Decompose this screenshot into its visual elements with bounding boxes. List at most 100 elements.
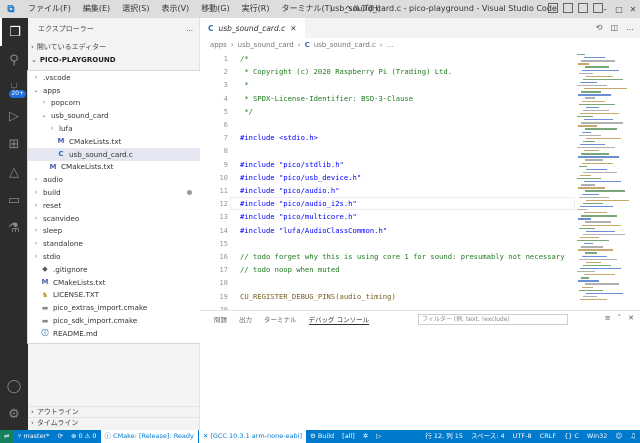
minimap[interactable] [575, 52, 635, 310]
menu-view[interactable]: 表示(V) [155, 0, 195, 18]
open-changes-icon[interactable]: ⟲ [596, 23, 603, 32]
tab-problems[interactable]: 問題 [214, 314, 227, 324]
close-button[interactable]: ✕ [626, 0, 640, 18]
tab-debug-console[interactable]: デバッグ コンソール [308, 314, 370, 325]
tree-file[interactable]: ▬ pico_sdk_import.cmake [28, 314, 200, 327]
problems-indicator[interactable]: ⊗ 0 ⚠ 0 [67, 430, 101, 443]
minimize-button[interactable]: – [598, 0, 612, 18]
menu-file[interactable]: ファイル(F) [22, 0, 77, 18]
code-editor[interactable]: 1 /* 2 * Copyright (c) 2020 Raspberry Pi (… [200, 52, 575, 310]
tree-folder[interactable]: › reset [28, 199, 200, 212]
tree-file[interactable]: M CMakeLists.txt [28, 276, 200, 289]
toggle-sidebar-icon[interactable] [548, 3, 558, 13]
notifications-icon[interactable]: ♫ [626, 430, 640, 443]
settings-gear-icon[interactable]: ⚙ [0, 400, 28, 428]
tree-file[interactable]: Cusb_sound_card.c [28, 147, 200, 161]
tab-usb-sound-card[interactable]: C usb_sound_card.c ✕ [200, 18, 305, 38]
code-line[interactable]: // todo forget why this is using core 1 … [240, 252, 565, 261]
cmake-status[interactable]: ⓘ CMake: [Release]: Ready [100, 430, 198, 443]
code-line[interactable]: */ [240, 107, 253, 116]
tree-folder[interactable]: › stdio [28, 250, 200, 263]
debug-console-filter-input[interactable]: フィルター (例: text, !exclude) [418, 314, 568, 325]
toggle-panel-icon[interactable] [563, 3, 573, 13]
tree-folder[interactable]: › sleep [28, 225, 200, 238]
code-line[interactable]: #include "pico/usb_device.h" [240, 173, 361, 182]
code-line[interactable]: * SPDX-License-Identifier: BSD-3-Clause [240, 94, 413, 103]
run-icon[interactable]: ▷ [372, 430, 385, 443]
timeline-section[interactable]: › タイムライン [28, 417, 200, 428]
code-line[interactable]: CU_REGISTER_DEBUG_PINS(audio_timing) [240, 292, 396, 301]
outline-section[interactable]: › アウトライン [28, 406, 200, 417]
indentation[interactable]: スペース: 4 [467, 430, 509, 443]
source-control-icon[interactable]: ⑂ 20+ [0, 74, 28, 102]
tab-output[interactable]: 出力 [239, 314, 252, 324]
tree-file[interactable]: ◆ .gitignore [28, 263, 200, 276]
language-mode[interactable]: {} C [560, 430, 583, 443]
cmake-kit[interactable]: ✕ [GCC 10.3.1 arm-none-eabi] [198, 430, 307, 443]
tab-terminal[interactable]: ターミナル [264, 314, 297, 324]
cursor-position[interactable]: 行 12, 列 15 [421, 430, 467, 443]
open-editors-section[interactable]: › 開いているエディター [28, 40, 199, 53]
end-of-line[interactable]: CRLF [536, 430, 560, 443]
code-line[interactable]: #include "pico/audio.h" [240, 186, 340, 195]
tree-folder[interactable]: › popcorn [28, 97, 200, 110]
run-debug-icon[interactable]: ▷ [0, 102, 28, 130]
code-line[interactable]: * Copyright (c) 2020 Raspberry Pi (Tradi… [240, 67, 452, 76]
maximize-button[interactable]: □ [612, 0, 626, 18]
build-target[interactable]: [all] [338, 430, 359, 443]
code-line[interactable]: #include <stdio.h> [240, 133, 318, 142]
build-button[interactable]: ⚙ Build [306, 430, 338, 443]
menu-selection[interactable]: 選択(S) [116, 0, 155, 18]
tree-folder[interactable]: ⌄ apps [28, 84, 200, 97]
breadcrumb-file[interactable]: usb_sound_card.c [314, 41, 376, 49]
code-line[interactable]: // todo noop when muted [240, 265, 340, 274]
more-actions-icon[interactable]: … [626, 23, 634, 32]
tree-folder[interactable]: › .vscode [28, 71, 200, 84]
explorer-icon[interactable]: ❐ [0, 18, 28, 46]
editor-scrollbar[interactable] [633, 52, 640, 310]
code-line[interactable]: #include "lufa/AudioClassCommon.h" [240, 226, 387, 235]
breadcrumb-usb-sound-card[interactable]: usb_sound_card [238, 41, 294, 49]
close-panel-icon[interactable]: ✕ [628, 314, 634, 322]
tree-folder[interactable]: › build [28, 186, 200, 199]
tree-file[interactable]: ⓘ README.md [28, 327, 200, 340]
workspace-section[interactable]: ⌄ PICO-PLAYGROUND [28, 53, 199, 67]
menu-go[interactable]: 移動(G) [195, 0, 235, 18]
tree-folder[interactable]: ⌄ usb_sound_card [28, 109, 200, 122]
cmake-icon[interactable]: △ [0, 158, 28, 186]
tree-file[interactable]: M CMakeLists.txt [28, 135, 200, 148]
sync-icon[interactable]: ⟳ [54, 430, 67, 443]
tree-file[interactable]: ▬ pico_extras_import.cmake [28, 301, 200, 314]
git-branch[interactable]: ⑂ master* [13, 430, 53, 443]
platform[interactable]: Win32 [583, 430, 611, 443]
tree-file[interactable]: ♞ LICENSE.TXT [28, 289, 200, 302]
toggle-secondary-sidebar-icon[interactable] [578, 3, 588, 13]
remote-explorer-icon[interactable]: ▭ [0, 186, 28, 214]
maximize-panel-icon[interactable]: ˄ [618, 314, 622, 322]
tree-folder[interactable]: › scanvideo [28, 212, 200, 225]
encoding[interactable]: UTF-8 [509, 430, 536, 443]
code-line[interactable]: #include "pico/audio_i2s.h" [240, 199, 357, 208]
breadcrumb-symbol[interactable]: ... [387, 41, 394, 49]
split-editor-icon[interactable]: ◫ [610, 23, 618, 32]
tab-close-icon[interactable]: ✕ [290, 24, 296, 33]
extensions-icon[interactable]: ⊞ [0, 130, 28, 158]
tree-folder[interactable]: › standalone [28, 237, 200, 250]
code-line[interactable]: * [240, 80, 248, 89]
tree-file[interactable]: M CMakeLists.txt [28, 161, 200, 174]
testing-icon[interactable]: ⚗ [0, 214, 28, 242]
search-icon[interactable]: ⚲ [0, 46, 28, 74]
tree-folder[interactable]: › audio [28, 173, 200, 186]
code-line[interactable]: #include "pico/multicore.h" [240, 212, 357, 221]
account-icon[interactable]: ◯ [0, 372, 28, 400]
menu-run[interactable]: 実行(R) [236, 0, 276, 18]
explorer-more-button[interactable]: ... [186, 25, 193, 33]
clear-console-icon[interactable]: ≡ [605, 314, 611, 322]
breadcrumb-apps[interactable]: apps [210, 41, 227, 49]
remote-indicator[interactable]: ⇌ [0, 430, 14, 443]
menu-edit[interactable]: 編集(E) [77, 0, 116, 18]
code-line[interactable]: #include "pico/stdlib.h" [240, 160, 344, 169]
feedback-icon[interactable]: ☺ [611, 430, 626, 443]
debug-icon[interactable]: ✲ [359, 430, 372, 443]
code-line[interactable]: /* [240, 54, 249, 63]
